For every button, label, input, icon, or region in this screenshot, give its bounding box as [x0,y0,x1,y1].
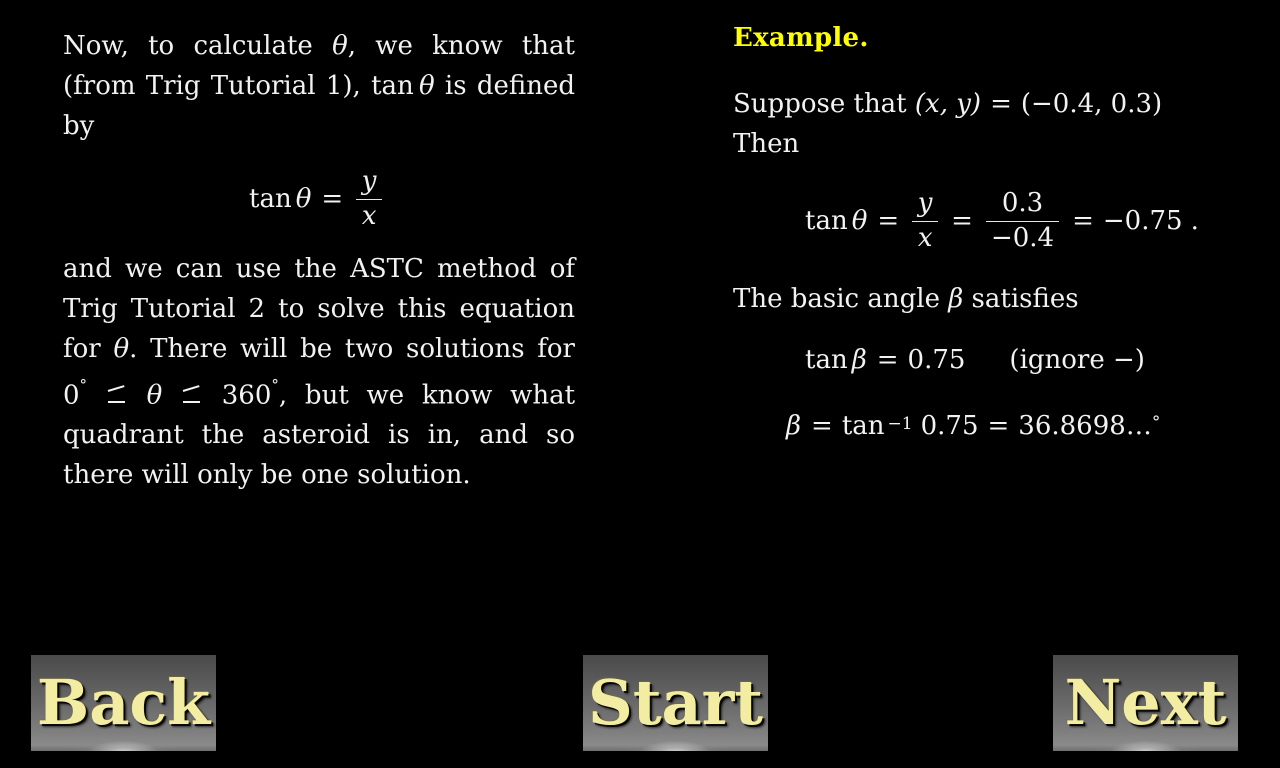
equation-tan-theta-value: tan θ = y x = 0.3 −0.4 = −0.75. [733,188,1223,254]
beta-variable-result: β [786,410,802,441]
arctan-function: tan [841,410,885,441]
fraction-bar [985,220,1060,223]
suppose-paragraph: Suppose that (x, y) = (−0.4, 0.3) Then [733,84,1223,164]
equals-sign-beta: = [876,344,899,375]
ellipsis-mark: … [1125,410,1152,441]
fraction-y-over-x-main: y x [912,188,939,254]
fraction-bar [912,220,939,223]
tan-function-main: tan [805,206,848,237]
ignore-negative-note: (ignore −) [1009,344,1145,375]
tan-function-inline: tan [371,71,414,101]
fraction-denominator-neg04: −0.4 [990,223,1055,254]
right-column: Example. Suppose that (x, y) = (−0.4, 0.3)… [733,22,1223,441]
beta-symbol: β [948,283,964,314]
astc-text-part3: , but we know what quadrant the asteroid… [63,380,576,491]
back-button-label: Back [36,666,211,739]
fraction-denominator-x: x [917,223,933,254]
next-button-label: Next [1064,666,1227,739]
equals-sign-b2: = [987,410,1010,441]
basic-angle-paragraph: The basic angle β satisfies [733,279,1223,319]
fraction-denominator: x [361,201,377,232]
equals-sign-3: = [1072,206,1094,237]
point-xy: (x, y) [914,89,982,119]
equals-sign-2: = [951,206,973,237]
suppose-prefix: Suppose that [733,89,915,119]
tan-function-beta: tan [805,344,848,375]
degree-symbol-low: ° [79,375,88,394]
theta-symbol-inline: θ [418,71,435,101]
fraction-y-over-x: y x [356,166,383,232]
equals-sign: = [321,184,344,215]
angle-range-low: 0 [63,380,80,411]
equation-beta-result: β = tan −1 0.75 = 36.8698… ° [733,411,1223,441]
example-heading: Example. [733,23,869,53]
start-button[interactable]: Start [583,655,768,751]
angle-range-high: 360 [221,380,272,411]
fraction-numerator-y: y [917,188,933,218]
less-than-or-equal-icon-2 [180,383,204,407]
fraction-numerator-03: 0.3 [1001,188,1044,218]
astc-paragraph: and we can use the ASTC method of Trig T… [63,249,575,496]
degree-symbol-high: ° [271,375,279,394]
equals-sign-1: = [877,206,900,237]
fraction-bar [356,198,383,201]
slide-canvas: Now, to calculate θ, we know that (from … [0,0,1280,768]
theta-variable: θ [295,184,312,215]
intro-paragraph: Now, to calculate θ, we know that (from … [63,26,575,146]
astc-text-part2: . There will be two solutions for [129,333,575,364]
arctan-operand: 0.75 [920,410,979,441]
fraction-numerator: y [361,166,377,196]
theta-symbol: θ [332,31,348,61]
tan-beta-value: 0.75 [907,344,966,375]
equation-tan-definition: tan θ = y x [63,166,575,232]
theta-symbol-3: θ [146,380,163,411]
exponent-minus-one: −1 [887,413,913,434]
less-than-or-equal-icon-1 [105,383,129,407]
theta-symbol-2: θ [113,333,130,364]
beta-degrees-value: 36.8698 [1018,410,1126,441]
intro-text-part1: Now, to calculate [63,31,333,61]
basic-angle-prefix: The basic angle [733,283,949,314]
degree-symbol-beta: ° [1151,412,1161,433]
basic-angle-suffix: satisfies [963,283,1079,314]
fraction-numeric: 0.3 −0.4 [985,188,1060,254]
equals-sign-b1: = [811,410,833,441]
beta-variable: β [851,344,867,375]
tan-theta-result: −0.75 [1102,206,1183,237]
left-column: Now, to calculate θ, we know that (from … [63,26,575,495]
equation-tan-beta: tan β = 0.75 (ignore −) [733,345,1223,375]
back-button[interactable]: Back [31,655,216,751]
next-button[interactable]: Next [1053,655,1238,751]
point-value: (−0.4, 0.3) [1020,89,1163,119]
period-mark: . [1190,206,1199,237]
then-word: Then [733,129,800,159]
tan-function: tan [249,184,292,215]
theta-variable-main: θ [851,206,868,237]
equals-sign-suppose: = [990,89,1012,119]
start-button-label: Start [588,666,763,739]
